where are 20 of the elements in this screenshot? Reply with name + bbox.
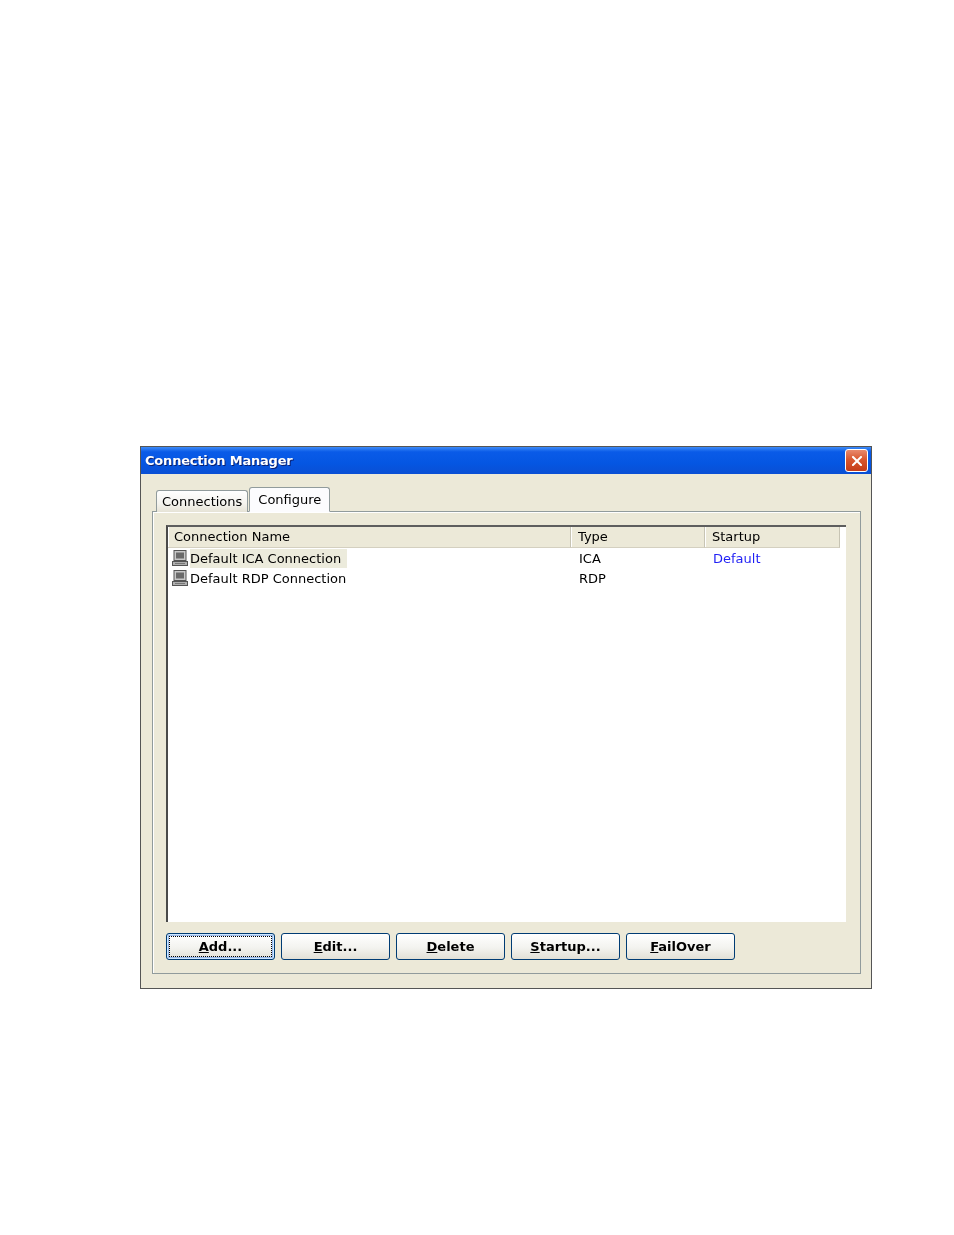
action-button[interactable]: FailOver bbox=[626, 933, 735, 960]
close-icon bbox=[851, 455, 862, 466]
startup-value: Default bbox=[713, 550, 761, 566]
close-button[interactable] bbox=[845, 449, 868, 472]
connection-type: RDP bbox=[579, 570, 606, 586]
computer-icon bbox=[172, 550, 188, 566]
action-button[interactable]: Startup... bbox=[511, 933, 620, 960]
column-header[interactable]: Startup bbox=[705, 527, 840, 548]
connection-type: ICA bbox=[579, 550, 601, 566]
column-header[interactable]: Connection Name bbox=[168, 527, 571, 548]
connection-name[interactable]: Default RDP Connection bbox=[190, 568, 353, 588]
action-button[interactable]: Delete bbox=[396, 933, 505, 960]
action-button[interactable]: Add... bbox=[166, 933, 275, 960]
tab[interactable]: Configure bbox=[249, 487, 331, 512]
action-button[interactable]: Edit... bbox=[281, 933, 390, 960]
column-header[interactable]: Type bbox=[571, 527, 705, 548]
connection-name[interactable]: Default ICA Connection bbox=[190, 548, 348, 568]
window-title: Connection Manager bbox=[145, 453, 293, 468]
tab[interactable]: Connections bbox=[156, 490, 249, 512]
computer-icon bbox=[172, 570, 188, 586]
